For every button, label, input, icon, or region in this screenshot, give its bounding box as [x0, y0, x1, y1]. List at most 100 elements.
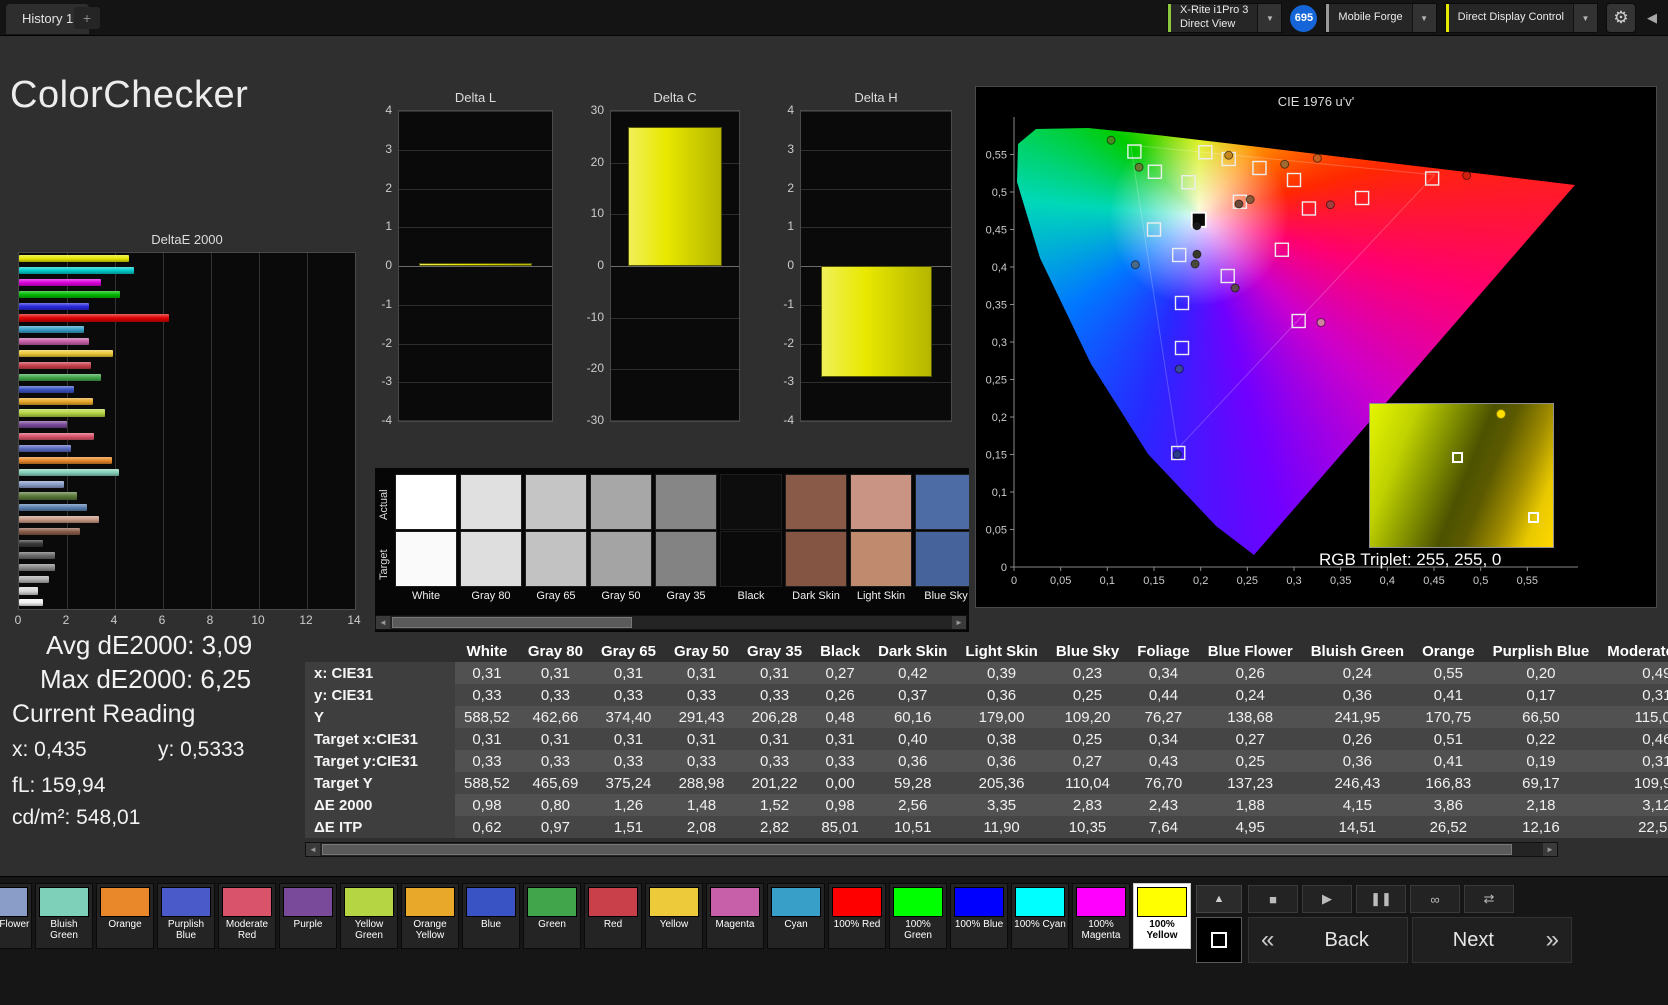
scroll-up-button[interactable]: ▲	[1196, 885, 1242, 913]
patch-button-100-red[interactable]: 100% Red	[828, 883, 886, 949]
deltae-gridline	[163, 253, 164, 609]
cie-measurement-dot	[1316, 318, 1326, 327]
patch-button-purplish-blue[interactable]: Purplish Blue	[157, 883, 215, 949]
stop-button[interactable]: ■	[1248, 885, 1298, 913]
delta_h-tick-label: 4	[787, 103, 794, 117]
patch-button-label: Orange	[108, 919, 142, 930]
table-cell: 0,33	[540, 686, 571, 704]
deltae-tick-label: 6	[158, 613, 166, 627]
meter-selector[interactable]: X-Rite i1Pro 3 Direct View ▼	[1166, 3, 1283, 33]
table-cell: 22,56	[1638, 818, 1668, 836]
source-dropdown-icon[interactable]: ▼	[1411, 4, 1436, 32]
actual-swatch	[460, 474, 522, 530]
cie-measurement-dot	[1280, 159, 1290, 169]
delta_c-tick-label: -10	[586, 309, 604, 324]
table-cell: 0,31	[613, 664, 644, 682]
next-chevron-icon: »	[1545, 926, 1559, 953]
patch-button-blue-flower[interactable]: Blue Flower	[0, 883, 32, 949]
row-header: y: CIE31	[305, 684, 455, 706]
patch-button-magenta[interactable]: Magenta	[706, 883, 764, 949]
gear-icon[interactable]: ⚙	[1606, 3, 1636, 33]
play-button[interactable]: ▶	[1302, 885, 1352, 913]
patch-button-orange[interactable]: Orange	[96, 883, 154, 949]
next-button[interactable]: Next »	[1412, 917, 1572, 963]
deltae-bar	[19, 350, 113, 358]
table-cell: 115,08	[1634, 708, 1668, 726]
patch-button-100-cyan[interactable]: 100% Cyan	[1011, 883, 1069, 949]
table-cell: 375,24	[605, 774, 652, 792]
deltae-bar	[19, 528, 81, 536]
table-cell: 0,36	[986, 752, 1017, 770]
table-cell: 0,26	[1235, 664, 1265, 682]
cie-target-square	[1147, 164, 1163, 179]
scroll-left-icon[interactable]: ◄	[306, 843, 320, 856]
deltae-bar	[19, 587, 39, 595]
patch-button-cyan[interactable]: Cyan	[767, 883, 825, 949]
patch-color-swatch	[466, 887, 516, 917]
table-cell: 2,83	[1072, 796, 1103, 814]
back-button[interactable]: « Back	[1248, 917, 1408, 963]
cie-target-square	[1301, 201, 1317, 216]
table-cell: 0,31	[472, 730, 502, 748]
cie-measurement-dot	[1192, 249, 1202, 259]
swatch-patch: White	[395, 474, 457, 604]
patch-button-purple[interactable]: Purple	[279, 883, 337, 949]
pattern-window-button[interactable]	[1196, 917, 1242, 963]
cie-measurement-dot	[1230, 283, 1240, 293]
swatch-scroll-thumb[interactable]	[392, 617, 632, 628]
source-selector[interactable]: Mobile Forge ▼	[1325, 3, 1437, 33]
delta_l-gridline	[399, 266, 552, 267]
table-cell: 2,82	[759, 818, 790, 836]
patch-button-yellow[interactable]: Yellow	[645, 883, 703, 949]
collapse-panel-icon[interactable]: ◀	[1644, 3, 1660, 33]
patch-button-moderate-red[interactable]: Moderate Red	[218, 883, 276, 949]
cie-y-tick-label: 0,3	[992, 337, 1007, 349]
table-row: Target Y 588,52 465,69 375,24 288,98 201,22 0,…	[305, 772, 1668, 794]
deltae-bar	[19, 516, 100, 524]
swap-button[interactable]: ⇄	[1464, 885, 1514, 913]
patch-button-100-green[interactable]: 100% Green	[889, 883, 947, 949]
target-swatch	[460, 531, 522, 587]
delta_l-tick-label: 0	[385, 258, 392, 272]
patch-button-100-yellow[interactable]: 100% Yellow	[1133, 883, 1191, 949]
actual-row-label: Actual	[378, 489, 390, 521]
patch-button-orange-yellow[interactable]: Orange Yellow	[401, 883, 459, 949]
cie-measurement-dot	[1130, 260, 1140, 270]
swap-icon: ⇄	[1483, 891, 1495, 906]
deltae-tick-label: 8	[206, 613, 214, 627]
add-tab-button[interactable]: +	[74, 7, 100, 29]
display-control-dropdown-icon[interactable]: ▼	[1573, 4, 1597, 32]
results-table-head-row: White Gray 80 Gray 65 Gray 50 Gray 35 Black Da…	[305, 640, 1668, 662]
delta_h-bar	[820, 266, 932, 378]
patch-button-label: Yellow	[659, 919, 689, 930]
patch-button-blue[interactable]: Blue	[462, 883, 520, 949]
table-cell: 0,31	[472, 664, 502, 682]
table-row: ΔE ITP 0,62 0,97 1,51 2,08 2,82 85,01 10,51 11,9…	[305, 816, 1668, 838]
display-control-selector[interactable]: Direct Display Control ▼	[1444, 3, 1598, 33]
table-scrollbar[interactable]: ◄ ►	[305, 842, 1558, 857]
scroll-left-icon[interactable]: ◄	[376, 616, 390, 629]
row-header: Target Y	[305, 772, 455, 794]
swatch-patch: Gray 50	[590, 474, 652, 604]
patch-button-100-blue[interactable]: 100% Blue	[950, 883, 1008, 949]
patch-button-green[interactable]: Green	[523, 883, 581, 949]
table-cell: 3,86	[1433, 796, 1463, 814]
patch-button-label: Orange Yellow	[413, 919, 447, 941]
meter-dropdown-icon[interactable]: ▼	[1257, 4, 1282, 32]
scroll-right-icon[interactable]: ►	[1543, 843, 1557, 856]
cie-y-tick-label: 0,5	[992, 187, 1007, 199]
swatch-label: Blue Sky	[924, 590, 968, 602]
patch-color-swatch	[1015, 887, 1065, 917]
patch-button-yellow-green[interactable]: Yellow Green	[340, 883, 398, 949]
patch-button-bluish-green[interactable]: Bluish Green	[35, 883, 93, 949]
continuous-button[interactable]: ∞	[1410, 885, 1460, 913]
pause-button[interactable]: ❚❚	[1356, 885, 1406, 913]
scroll-right-icon[interactable]: ►	[952, 616, 966, 629]
delta-c-chart: Delta C 30 20 10 0 -10 -20 -30	[576, 90, 746, 440]
delta_c-tick-label: -20	[586, 361, 604, 376]
deltae-gridline	[115, 253, 116, 609]
patch-button-red[interactable]: Red	[584, 883, 642, 949]
swatch-scrollbar[interactable]: ◄ ►	[375, 615, 967, 630]
patch-button-100-magenta[interactable]: 100% Magenta	[1072, 883, 1130, 949]
table-scroll-thumb[interactable]	[322, 844, 1512, 855]
